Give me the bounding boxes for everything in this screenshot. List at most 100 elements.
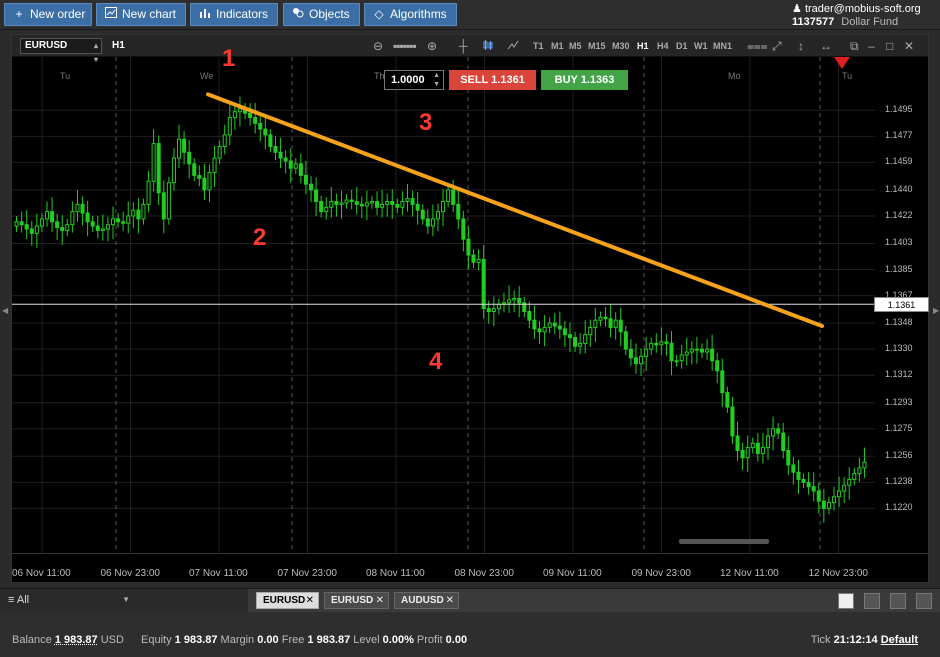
candle-body xyxy=(253,117,258,124)
free-value: 1 983.87 xyxy=(307,634,351,646)
candle-body xyxy=(141,203,146,220)
tf-h1[interactable]: H1 xyxy=(637,41,649,51)
price-chart-plot[interactable]: Tu We Th Mo Tu xyxy=(12,57,875,553)
tf-d1[interactable]: D1 xyxy=(676,41,688,51)
layout-columns-icon[interactable] xyxy=(890,593,906,609)
account-info[interactable]: ♟ trader@mobius-soft.org 1137577 Dollar … xyxy=(790,1,936,29)
candle-body xyxy=(567,334,572,339)
candle-body xyxy=(156,143,161,194)
detach-icon[interactable]: ⧉ xyxy=(850,39,859,53)
tf-m1[interactable]: M1 xyxy=(551,41,564,51)
close-icon[interactable]: ✕ xyxy=(306,593,314,608)
tf-mn1[interactable]: MN1 xyxy=(713,41,732,51)
minimize-icon[interactable]: – xyxy=(868,39,875,53)
objects-button[interactable]: Objects xyxy=(283,3,360,26)
candle-body xyxy=(380,203,385,208)
close-icon[interactable]: ✕ xyxy=(446,593,454,608)
candle-body xyxy=(507,299,512,304)
tf-m15[interactable]: M15 xyxy=(588,41,606,51)
expand-icon[interactable]: ⤢ xyxy=(772,39,782,53)
tab-eurusd-2[interactable]: EURUSD ✕ xyxy=(324,592,389,609)
candlestick-chart[interactable] xyxy=(12,57,875,553)
candle-body xyxy=(862,461,867,469)
candle-body xyxy=(659,341,664,346)
tf-h4[interactable]: H4 xyxy=(657,41,669,51)
candle-body xyxy=(248,112,253,119)
time-tick-label: 09 Nov 11:00 xyxy=(543,568,602,579)
candle-body xyxy=(710,348,715,362)
spinner-icon[interactable]: ▲ ▼ xyxy=(433,71,440,89)
trendline[interactable] xyxy=(206,92,824,328)
candle-body xyxy=(796,471,801,480)
new-chart-button[interactable]: New chart xyxy=(96,3,186,26)
candle-body xyxy=(664,341,669,344)
indicators-button[interactable]: Indicators xyxy=(190,3,278,26)
right-collapse-icon[interactable]: ▶ xyxy=(933,306,939,315)
sell-button[interactable]: SELL 1.1361 xyxy=(449,70,536,90)
candles-icon[interactable] xyxy=(482,39,494,54)
quantity-input[interactable]: 1.0000 ▲ ▼ xyxy=(384,70,444,90)
candle-body xyxy=(324,206,329,213)
candle-body xyxy=(578,342,583,347)
tab-audusd[interactable]: AUDUSD ✕ xyxy=(394,592,459,609)
candle-body xyxy=(400,200,405,208)
candle-body xyxy=(542,326,547,333)
layout-single-icon[interactable] xyxy=(838,593,854,609)
new-order-button[interactable]: + New order xyxy=(4,3,92,26)
candle-body xyxy=(222,134,227,147)
crosshair-icon[interactable]: ┼ xyxy=(459,39,468,53)
tf-w1[interactable]: W1 xyxy=(694,41,708,51)
scale-fit-icon[interactable]: ⩶ xyxy=(747,39,768,53)
zoom-slider[interactable]: ▪▪▪▪▪▪▪ xyxy=(393,39,417,53)
margin-label: Margin xyxy=(220,634,255,646)
account-summary: Balance 1 983.87 USD Equity 1 983.87 Mar… xyxy=(12,634,467,646)
tf-m5[interactable]: M5 xyxy=(569,41,582,51)
price-tick-label: 1.1330 xyxy=(885,343,913,354)
price-tick-label: 1.1220 xyxy=(885,502,913,513)
candle-body xyxy=(354,200,359,205)
layout-rows-icon[interactable] xyxy=(916,593,932,609)
candle-body xyxy=(491,308,496,313)
tf-t1[interactable]: T1 xyxy=(533,41,544,51)
time-tick-label: 08 Nov 11:00 xyxy=(366,568,425,579)
candle-body xyxy=(481,258,486,310)
vertical-scale-icon[interactable]: ↕ xyxy=(798,39,804,53)
candle-body xyxy=(182,138,187,153)
candle-body xyxy=(405,198,410,202)
zoom-out-icon[interactable]: ⊖ xyxy=(373,39,383,53)
candle-body xyxy=(669,342,674,362)
candle-body xyxy=(583,334,588,344)
candle-body xyxy=(537,328,542,333)
symbol-select[interactable]: EURUSD ▴ ▾ xyxy=(20,38,102,64)
candle-body xyxy=(633,357,639,365)
buy-button[interactable]: BUY 1.1363 xyxy=(541,70,628,90)
time-axis[interactable]: 06 Nov 11:00 06 Nov 23:00 07 Nov 11:00 07 N… xyxy=(12,553,928,582)
layout-grid-icon[interactable] xyxy=(864,593,880,609)
candle-body xyxy=(654,342,659,346)
indicators-label: Indicators xyxy=(216,7,269,21)
left-collapse-icon[interactable]: ◀ xyxy=(2,306,8,315)
candle-body xyxy=(715,360,720,372)
close-icon[interactable]: ✕ xyxy=(904,39,914,53)
zoom-in-icon[interactable]: ⊕ xyxy=(427,39,437,53)
candle-body xyxy=(171,157,176,184)
plus-icon: + xyxy=(15,7,23,21)
candle-body xyxy=(720,370,725,394)
horizontal-scale-icon[interactable]: ↔ xyxy=(820,39,832,53)
tf-m30[interactable]: M30 xyxy=(612,41,630,51)
price-tick-label: 1.1256 xyxy=(885,450,913,461)
profile-select[interactable]: Default xyxy=(881,634,918,646)
tab-eurusd-1[interactable]: EURUSD ✕ xyxy=(256,592,319,609)
line-chart-icon[interactable] xyxy=(507,39,519,54)
price-tick-label: 1.1385 xyxy=(885,263,913,274)
candle-body xyxy=(562,328,567,336)
candle-body xyxy=(364,202,369,207)
filter-select[interactable]: ≡ All ▼ xyxy=(8,594,130,606)
maximize-icon[interactable]: □ xyxy=(886,39,893,53)
candle-body xyxy=(385,200,390,205)
candle-body xyxy=(644,348,649,357)
new-order-label: New order xyxy=(30,7,86,21)
candle-body xyxy=(679,354,684,362)
algorithms-button[interactable]: ◇ Algorithms xyxy=(364,3,457,26)
close-icon[interactable]: ✕ xyxy=(376,593,384,608)
